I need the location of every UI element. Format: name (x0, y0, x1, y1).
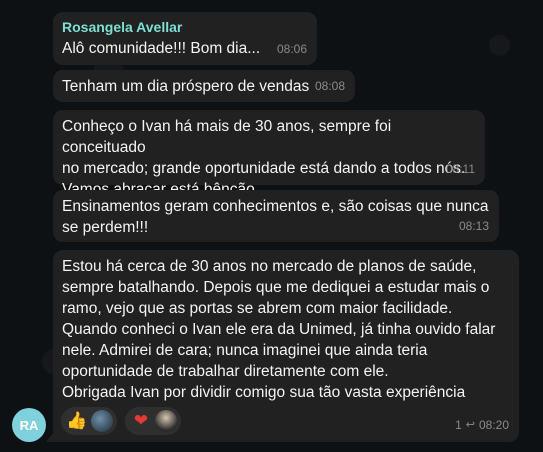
reaction-thumbs-up[interactable]: 👍 (61, 407, 117, 435)
message-text: Conheço o Ivan há mais de 30 anos, sempr… (62, 118, 466, 198)
message-bubble[interactable]: Estou há cerca de 30 anos no mercado de … (46, 250, 519, 442)
reactor-avatar (91, 410, 113, 432)
sender-name[interactable]: Rosangela Avellar (62, 18, 308, 36)
message-time: 08:08 (314, 79, 345, 93)
thumbs-up-icon: 👍 (66, 411, 88, 430)
avatar[interactable]: RA (12, 408, 46, 442)
heart-icon: ❤ (133, 411, 149, 430)
message-time: 08:06 (276, 42, 307, 56)
message-time: 08:20 (478, 418, 509, 432)
message-bubble[interactable]: Conheço o Ivan há mais de 30 anos, sempr… (53, 110, 485, 198)
message-text: Estou há cerca de 30 anos no mercado de … (62, 258, 496, 401)
forward-count: 1 (455, 418, 462, 432)
message-meta: 1 ↩ 08:20 (455, 415, 509, 436)
reactor-avatar (155, 410, 177, 432)
message-bubble[interactable]: Ensinamentos geram conhecimentos e, são … (53, 190, 499, 242)
message-text: Ensinamentos geram conhecimentos e, são … (62, 198, 489, 236)
message-text: Tenham um dia próspero de vendas (62, 78, 310, 95)
message-time: 08:11 (445, 162, 475, 176)
message-bubble[interactable]: Rosangela Avellar Alô comunidade!!! Bom … (53, 12, 317, 65)
message-time: 08:13 (458, 219, 489, 233)
message-text: Alô comunidade!!! Bom dia... (62, 40, 261, 57)
reactions-row: 👍 ❤ (61, 407, 181, 435)
reaction-heart[interactable]: ❤ (125, 407, 181, 435)
reply-arrow-icon: ↩ (465, 419, 475, 431)
avatar-initials: RA (19, 417, 39, 433)
message-bubble[interactable]: Tenham um dia próspero de vendas 08:08 (53, 70, 355, 102)
